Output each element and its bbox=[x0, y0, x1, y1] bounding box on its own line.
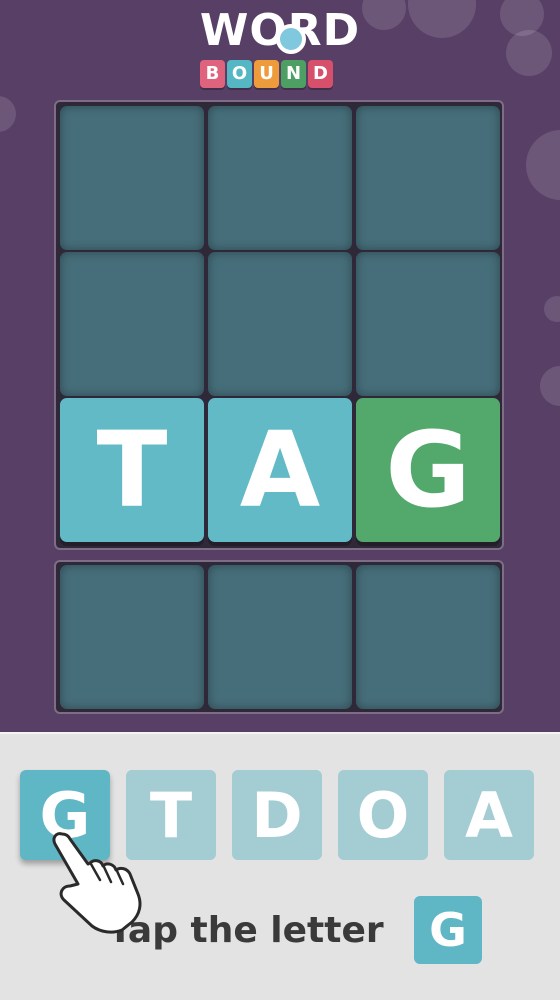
bokeh-light bbox=[544, 296, 560, 322]
magnifier-icon bbox=[276, 24, 306, 54]
letter-key-o[interactable]: O bbox=[338, 770, 428, 860]
letter-key-d[interactable]: D bbox=[232, 770, 322, 860]
answer-row bbox=[54, 560, 504, 714]
letter-board: TAG bbox=[54, 100, 504, 550]
logo-tile: B bbox=[200, 60, 225, 88]
logo-tile: N bbox=[281, 60, 306, 88]
bokeh-light bbox=[506, 30, 552, 76]
game-logo: WORD BOUND bbox=[180, 6, 380, 90]
bokeh-light bbox=[408, 0, 476, 38]
letter-tile: A bbox=[208, 398, 352, 542]
empty-cell bbox=[60, 106, 204, 250]
logo-tile: O bbox=[227, 60, 252, 88]
keyboard-tray: GTDOA Tap the letter G bbox=[0, 732, 560, 1000]
empty-cell bbox=[356, 106, 500, 250]
letter-tile: G bbox=[356, 398, 500, 542]
pointing-hand-icon bbox=[52, 832, 142, 934]
empty-cell bbox=[60, 252, 204, 396]
answer-slot bbox=[60, 565, 204, 709]
logo-tile: D bbox=[308, 60, 333, 88]
instruction-text: Tap the letter bbox=[108, 910, 384, 951]
bokeh-light bbox=[540, 366, 560, 406]
bokeh-light bbox=[526, 130, 560, 200]
logo-tiles: BOUND bbox=[200, 60, 333, 88]
empty-cell bbox=[208, 106, 352, 250]
letter-tile: T bbox=[60, 398, 204, 542]
hint-letter-tile: G bbox=[414, 896, 482, 964]
letter-key-a[interactable]: A bbox=[444, 770, 534, 860]
answer-slot bbox=[356, 565, 500, 709]
logo-tile: U bbox=[254, 60, 279, 88]
bokeh-light bbox=[0, 96, 16, 132]
empty-cell bbox=[208, 252, 352, 396]
answer-slot bbox=[208, 565, 352, 709]
empty-cell bbox=[356, 252, 500, 396]
